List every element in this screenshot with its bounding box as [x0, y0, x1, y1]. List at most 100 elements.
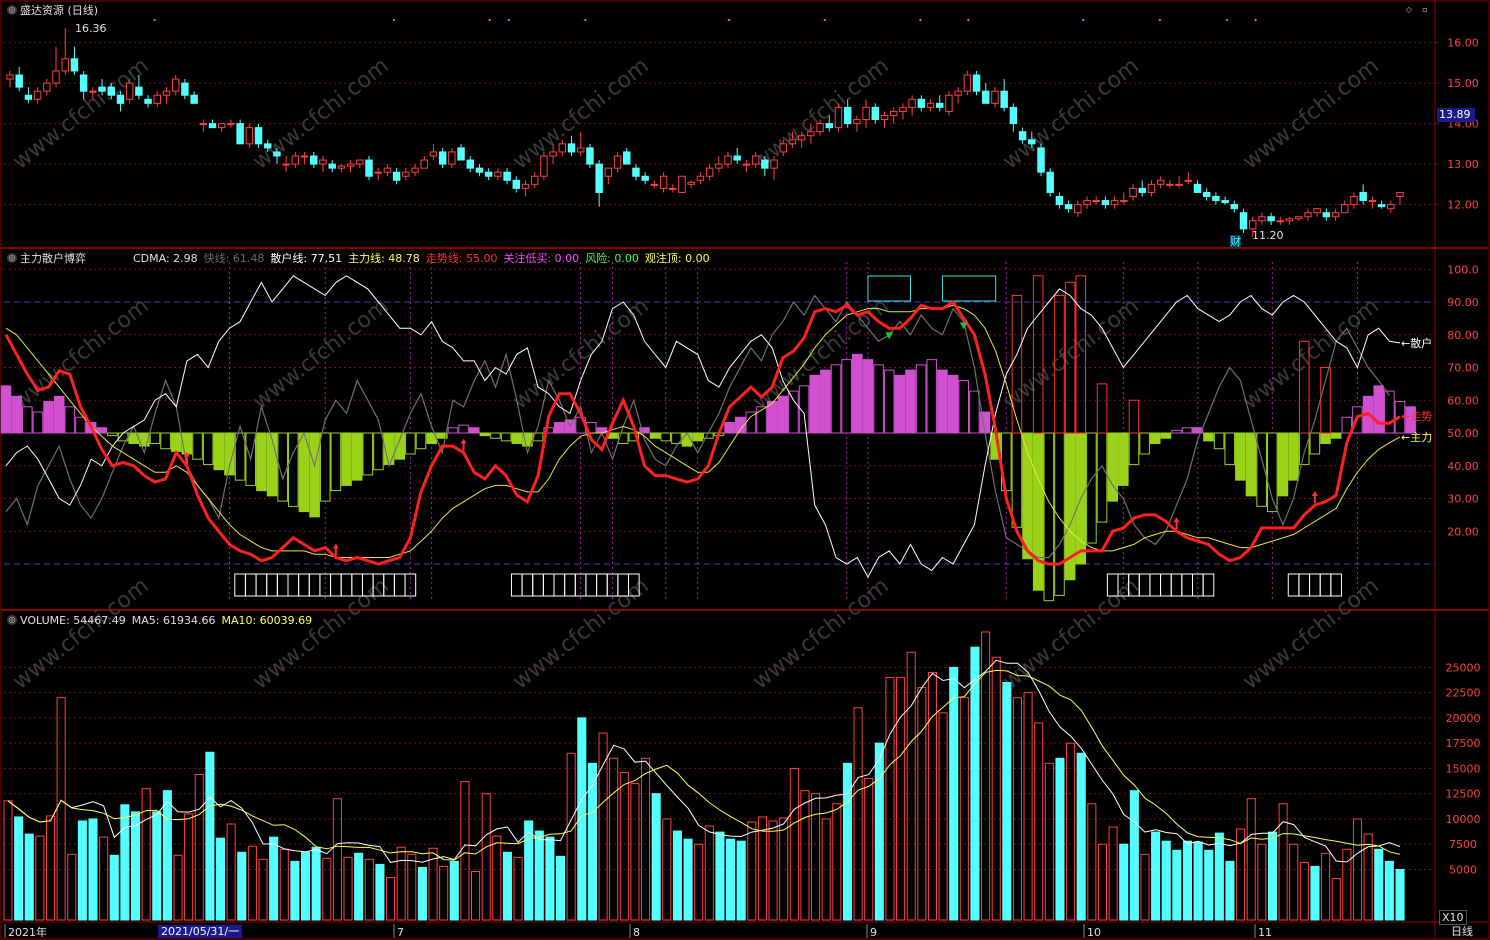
- candle-body: [917, 98, 926, 108]
- peak-bar: [1032, 275, 1044, 434]
- buy-box: [276, 573, 289, 597]
- histogram-bar: [830, 364, 842, 434]
- volume-bar: [630, 783, 640, 921]
- volume-bar: [269, 836, 279, 921]
- histogram-bar: [894, 374, 906, 434]
- candle-body: [530, 175, 539, 185]
- histogram-bar: [458, 424, 469, 434]
- candle-body: [899, 106, 907, 112]
- volume-bar: [226, 823, 236, 921]
- volume-bar: [99, 836, 109, 921]
- candle-body: [227, 123, 235, 126]
- candle-body: [889, 110, 898, 116]
- indicator-panel[interactable]: [0, 262, 1435, 602]
- histogram-bar: [202, 432, 214, 465]
- watermark-text: www.cfchi.com: [508, 573, 653, 694]
- x-axis-label: 7: [397, 926, 404, 939]
- volume-bar: [290, 860, 300, 921]
- histogram-bar: [500, 432, 512, 442]
- buy-box: [234, 573, 246, 597]
- histogram-bar: [1149, 432, 1161, 444]
- candle-body: [613, 155, 622, 169]
- volume-bar: [651, 793, 661, 921]
- candle-body: [1341, 204, 1349, 214]
- volume-bar: [417, 866, 427, 921]
- volume-tick-label: 15000: [1446, 762, 1481, 775]
- candle-body: [1064, 204, 1073, 210]
- histogram-bar: [511, 432, 523, 444]
- candle-body: [641, 175, 649, 181]
- indicator-tick-label: 90.00: [1447, 296, 1479, 309]
- histogram-bar: [32, 411, 44, 434]
- candle-body: [972, 74, 981, 92]
- watermark-text: www.cfchi.com: [248, 573, 393, 694]
- candle-body: [153, 94, 162, 104]
- candle-body: [954, 90, 962, 96]
- indicator-tick-label: 70.00: [1447, 362, 1479, 375]
- candle-body: [761, 159, 769, 169]
- histogram-bar: [405, 432, 416, 455]
- histogram-bar: [1384, 390, 1395, 434]
- volume-bar: [917, 687, 927, 921]
- volume-bar: [587, 762, 597, 921]
- volume-menu-icon[interactable]: ◎: [7, 615, 17, 625]
- candle-body: [1221, 200, 1229, 204]
- candle-body: [1147, 183, 1156, 193]
- candle-body: [1295, 216, 1303, 220]
- candle-body: [807, 131, 815, 137]
- indicator-menu-icon[interactable]: ◎: [7, 253, 17, 263]
- candle-body: [751, 155, 760, 165]
- candle-body: [218, 123, 226, 129]
- volume-bar: [1097, 843, 1108, 921]
- indicator-tick-label: 80.00: [1447, 329, 1479, 342]
- volume-tick-label: 5000: [1449, 863, 1477, 876]
- cursor-date[interactable]: 2021/05/31/一: [158, 925, 243, 938]
- period-label[interactable]: 日线: [1451, 925, 1473, 938]
- candle-body: [862, 106, 870, 121]
- candle-body: [724, 155, 732, 165]
- histogram-bar: [649, 432, 661, 439]
- candle-body: [52, 70, 60, 84]
- volume-bar: [566, 752, 576, 921]
- volume-panel[interactable]: [3, 631, 1405, 921]
- candle-body: [162, 90, 171, 96]
- panel-menu-icon[interactable]: ◎: [7, 5, 17, 15]
- candle-body: [24, 94, 33, 100]
- candle-body: [577, 147, 585, 153]
- volume-bar: [1002, 682, 1012, 921]
- window-icon[interactable]: ▫: [1420, 5, 1430, 15]
- candle-body: [733, 155, 741, 161]
- buy-box: [298, 573, 310, 597]
- buy-box: [287, 573, 300, 597]
- histogram-bar: [53, 395, 65, 434]
- chart-canvas[interactable]: www.cfchi.com www.cfchi.com www.cfchi.com w…: [0, 0, 1490, 940]
- buy-box: [1170, 573, 1183, 597]
- histogram-bar: [468, 427, 480, 434]
- candle-body: [1202, 191, 1211, 197]
- buy-box: [244, 573, 257, 597]
- buy-box: [308, 573, 321, 597]
- volume-bar: [1225, 860, 1235, 921]
- candle-body: [936, 102, 944, 108]
- signal-dot: [488, 19, 491, 21]
- volume-bar: [1151, 831, 1161, 921]
- candle-body: [558, 143, 567, 153]
- histogram-bar: [1213, 432, 1225, 450]
- volume-bar: [1119, 843, 1129, 921]
- buy-box: [1160, 573, 1172, 597]
- candle-body: [273, 151, 281, 157]
- volume-bar: [375, 863, 385, 921]
- candle-body: [1230, 204, 1239, 210]
- x-axis-label: 8: [633, 926, 640, 939]
- finance-marker[interactable]: 财: [1230, 235, 1241, 248]
- histogram-bar: [0, 385, 12, 434]
- diamond-icon[interactable]: ◇: [1404, 5, 1414, 15]
- volume-bar: [45, 815, 56, 921]
- buy-arrow: [1311, 491, 1318, 497]
- buy-box: [585, 573, 598, 597]
- volume-bar: [396, 846, 406, 921]
- volume-bar: [237, 851, 247, 921]
- candle-body: [392, 171, 401, 181]
- volume-bar: [56, 697, 66, 921]
- histogram-bar: [1298, 432, 1310, 465]
